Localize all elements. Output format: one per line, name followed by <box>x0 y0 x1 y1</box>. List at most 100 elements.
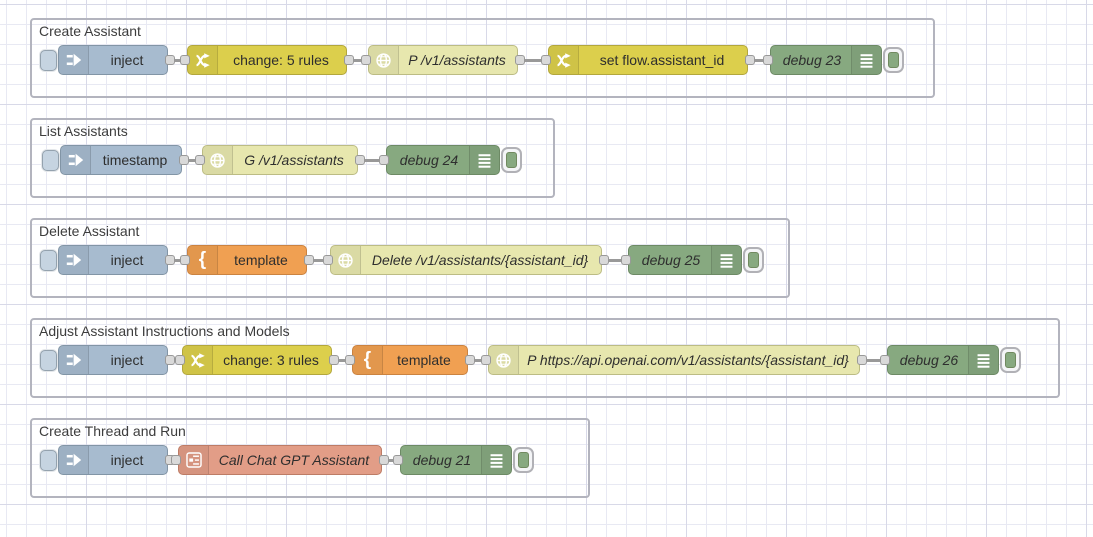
globe-icon <box>331 246 361 274</box>
input-port[interactable] <box>180 255 190 265</box>
inject-button[interactable] <box>40 349 57 371</box>
inject-arrow-icon <box>59 46 89 74</box>
node-http_request[interactable]: P /v1/assistants <box>368 45 518 75</box>
node-label: inject <box>110 352 144 368</box>
globe-icon <box>369 46 399 74</box>
list-icon <box>469 146 499 174</box>
node-subflow[interactable]: Call Chat GPT Assistant <box>178 445 382 475</box>
group-title: List Assistants <box>39 123 128 139</box>
node-label: Call Chat GPT Assistant <box>218 452 370 468</box>
debug-toggle-indicator <box>1005 352 1016 368</box>
debug-toggle-button[interactable] <box>1000 347 1021 373</box>
node-label: template <box>234 252 288 268</box>
input-port[interactable] <box>361 55 371 65</box>
node-label: inject <box>110 452 144 468</box>
output-port[interactable] <box>344 55 354 65</box>
output-port[interactable] <box>165 55 175 65</box>
node-inject[interactable]: timestamp <box>60 145 182 175</box>
output-port[interactable] <box>179 155 189 165</box>
input-port[interactable] <box>621 255 631 265</box>
input-port[interactable] <box>541 55 551 65</box>
input-port[interactable] <box>481 355 491 365</box>
node-http_request[interactable]: G /v1/assistants <box>202 145 358 175</box>
globe-icon <box>489 346 519 374</box>
group-title: Create Thread and Run <box>39 423 186 439</box>
group-title: Adjust Assistant Instructions and Models <box>39 323 290 339</box>
node-label: timestamp <box>102 152 168 168</box>
inject-button[interactable] <box>40 249 57 271</box>
node-label: P https://api.openai.com/v1/assistants/{… <box>527 352 849 368</box>
node-label: inject <box>110 52 144 68</box>
node-debug[interactable]: debug 21 <box>400 445 512 475</box>
input-port[interactable] <box>763 55 773 65</box>
globe-icon <box>203 146 233 174</box>
output-port[interactable] <box>745 55 755 65</box>
node-http_request[interactable]: P https://api.openai.com/v1/assistants/{… <box>488 345 860 375</box>
node-debug[interactable]: debug 24 <box>386 145 500 175</box>
curly-brace-icon: { <box>188 246 218 274</box>
node-inject[interactable]: inject <box>58 345 168 375</box>
list-icon <box>711 246 741 274</box>
input-port[interactable] <box>393 455 403 465</box>
inject-arrow-icon <box>59 446 89 474</box>
output-port[interactable] <box>599 255 609 265</box>
node-label: debug 24 <box>399 152 459 168</box>
debug-toggle-indicator <box>748 252 759 268</box>
inject-arrow-icon <box>61 146 91 174</box>
node-http_request[interactable]: Delete /v1/assistants/{assistant_id} <box>330 245 602 275</box>
output-port[interactable] <box>165 355 175 365</box>
debug-toggle-button[interactable] <box>513 447 534 473</box>
list-icon <box>968 346 998 374</box>
input-port[interactable] <box>379 155 389 165</box>
node-label: set flow.assistant_id <box>599 52 725 68</box>
input-port[interactable] <box>345 355 355 365</box>
node-change[interactable]: change: 3 rules <box>182 345 332 375</box>
node-inject[interactable]: inject <box>58 45 168 75</box>
node-label: debug 23 <box>782 52 842 68</box>
node-label: P /v1/assistants <box>408 52 506 68</box>
node-debug[interactable]: debug 23 <box>770 45 882 75</box>
node-template[interactable]: { template <box>352 345 468 375</box>
output-port[interactable] <box>304 255 314 265</box>
output-port[interactable] <box>465 355 475 365</box>
input-port[interactable] <box>180 55 190 65</box>
input-port[interactable] <box>880 355 890 365</box>
output-port[interactable] <box>379 455 389 465</box>
node-label: debug 21 <box>412 452 472 468</box>
node-label: template <box>397 352 451 368</box>
node-change[interactable]: change: 5 rules <box>187 45 347 75</box>
node-label: debug 25 <box>641 252 701 268</box>
node-label: G /v1/assistants <box>244 152 344 168</box>
flow-canvas[interactable]: Create Assistant inject change: 5 rules P /… <box>0 0 1093 537</box>
node-inject[interactable]: inject <box>58 445 168 475</box>
node-debug[interactable]: debug 25 <box>628 245 742 275</box>
node-template[interactable]: { template <box>187 245 307 275</box>
inject-arrow-icon <box>59 246 89 274</box>
output-port[interactable] <box>355 155 365 165</box>
subflow-icon <box>179 446 209 474</box>
group-title: Create Assistant <box>39 23 141 39</box>
list-icon <box>851 46 881 74</box>
inject-button[interactable] <box>40 49 57 71</box>
inject-button[interactable] <box>40 449 57 471</box>
input-port[interactable] <box>323 255 333 265</box>
curly-brace-icon: { <box>353 346 383 374</box>
debug-toggle-button[interactable] <box>743 247 764 273</box>
node-inject[interactable]: inject <box>58 245 168 275</box>
debug-toggle-indicator <box>506 152 517 168</box>
node-debug[interactable]: debug 26 <box>887 345 999 375</box>
debug-toggle-button[interactable] <box>501 147 522 173</box>
input-port[interactable] <box>195 155 205 165</box>
inject-button[interactable] <box>42 149 59 171</box>
output-port[interactable] <box>857 355 867 365</box>
output-port[interactable] <box>165 255 175 265</box>
node-change[interactable]: set flow.assistant_id <box>548 45 748 75</box>
node-label: change: 5 rules <box>233 52 329 68</box>
input-port[interactable] <box>171 455 181 465</box>
input-port[interactable] <box>175 355 185 365</box>
output-port[interactable] <box>515 55 525 65</box>
node-label: Delete /v1/assistants/{assistant_id} <box>371 252 589 268</box>
debug-toggle-button[interactable] <box>883 47 904 73</box>
output-port[interactable] <box>329 355 339 365</box>
inject-arrow-icon <box>59 346 89 374</box>
